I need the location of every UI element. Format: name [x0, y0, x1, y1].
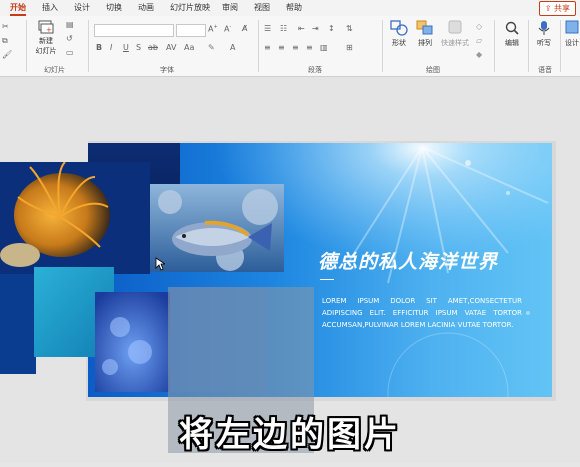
- new-slide-button[interactable]: + 新建 幻灯片: [30, 20, 62, 56]
- case-icon[interactable]: Aa: [184, 43, 194, 52]
- svg-text:+: +: [46, 26, 52, 34]
- arrange-button[interactable]: 排列: [414, 20, 436, 48]
- new-slide-label: 新建: [39, 37, 53, 45]
- group-slides-label: 幻灯片: [44, 66, 65, 74]
- arrange-icon: [416, 20, 433, 35]
- shapes-button[interactable]: 形状: [388, 20, 410, 48]
- copy-icon[interactable]: ⧉: [2, 36, 8, 46]
- justify-icon[interactable]: ≡: [306, 43, 313, 52]
- shape-effects-icon[interactable]: ◆: [476, 50, 482, 59]
- bold-icon[interactable]: B: [96, 43, 102, 52]
- slide-body-text[interactable]: LOREM IPSUM DOLOR SIT AMET,CONSECTETUR A…: [322, 295, 522, 331]
- tab-help[interactable]: 帮助: [286, 2, 302, 13]
- tab-review[interactable]: 审阅: [222, 2, 238, 13]
- search-icon: [505, 21, 519, 35]
- share-icon: ⇪: [544, 4, 552, 13]
- subtitle-caption: 将左边的图片: [179, 415, 401, 455]
- tab-design[interactable]: 设计: [74, 2, 90, 13]
- align-right-icon[interactable]: ≡: [292, 43, 299, 52]
- edit-label: 编辑: [505, 39, 519, 47]
- title-underline: [320, 279, 334, 280]
- increase-indent-icon[interactable]: ⇥: [312, 24, 319, 33]
- reset-icon[interactable]: ↺: [66, 34, 73, 43]
- dictate-button[interactable]: 听写: [532, 20, 556, 48]
- layout-icon[interactable]: ▤: [66, 20, 74, 29]
- italic-icon[interactable]: I: [110, 43, 112, 52]
- dictate-label: 听写: [537, 39, 551, 47]
- ribbon-tab-bar: 开始 插入 设计 切换 动画 幻灯片放映 审阅 视图 帮助 ⇪ 共享: [0, 0, 580, 16]
- cut-icon[interactable]: ✂: [2, 22, 9, 31]
- quick-styles-label: 快速样式: [441, 39, 469, 47]
- shadow-icon[interactable]: S: [136, 43, 141, 52]
- blue-coral-photo: [95, 292, 170, 392]
- quick-styles-button[interactable]: 快速样式: [440, 20, 470, 48]
- shapes-icon: [390, 20, 408, 36]
- edit-button[interactable]: 编辑: [500, 20, 524, 48]
- font-size-combo[interactable]: [176, 24, 206, 37]
- shapes-label: 形状: [392, 39, 406, 47]
- font-color-icon[interactable]: A: [230, 43, 235, 52]
- slide-editor-area: 德总的私人海洋世界 LOREM IPSUM DOLOR SIT AMET,CON…: [0, 77, 580, 463]
- numbering-icon[interactable]: ☷: [280, 24, 287, 33]
- bullets-icon[interactable]: ☰: [264, 24, 271, 33]
- tab-view[interactable]: 视图: [254, 2, 270, 13]
- smartart-icon[interactable]: ⊞: [346, 43, 353, 52]
- designer-button[interactable]: 设计: [564, 20, 580, 48]
- underline-icon[interactable]: U: [123, 43, 129, 52]
- share-button[interactable]: ⇪ 共享: [538, 1, 576, 16]
- strike-icon[interactable]: ab: [148, 43, 158, 52]
- group-drawing-label: 绘图: [426, 66, 440, 74]
- tab-animations[interactable]: 动画: [138, 2, 154, 13]
- shape-fill-icon[interactable]: ◇: [476, 22, 482, 31]
- align-left-icon[interactable]: ≡: [264, 43, 271, 52]
- text-direction-icon[interactable]: ⇅: [346, 24, 353, 33]
- share-label: 共享: [554, 4, 570, 13]
- line-spacing-icon[interactable]: ↕: [328, 24, 335, 33]
- shape-outline-icon[interactable]: ▱: [476, 36, 482, 45]
- decrease-indent-icon[interactable]: ⇤: [298, 24, 305, 33]
- group-paragraph-label: 段落: [308, 66, 322, 74]
- group-font-label: 字体: [160, 66, 174, 74]
- ribbon: ✂ ⧉ 🖌 + 新建 幻灯片 ▤ ↺ ▭ 幻灯片 A+ A- A̸ B I U …: [0, 16, 580, 77]
- grow-font-icon[interactable]: A+: [208, 24, 218, 34]
- slide-title[interactable]: 德总的私人海洋世界: [318, 247, 498, 274]
- new-slide-icon: +: [38, 20, 54, 34]
- quick-styles-icon: [448, 20, 462, 34]
- arrange-label: 排列: [418, 39, 432, 47]
- mouse-cursor-icon: [155, 257, 165, 271]
- section-icon[interactable]: ▭: [66, 48, 74, 57]
- microphone-icon: [538, 21, 550, 35]
- spacing-icon[interactable]: AV: [166, 43, 176, 52]
- align-center-icon[interactable]: ≡: [278, 43, 285, 52]
- tab-insert[interactable]: 插入: [42, 2, 58, 13]
- tab-slideshow[interactable]: 幻灯片放映: [170, 2, 210, 13]
- clear-format-icon[interactable]: A̸: [242, 24, 247, 33]
- columns-icon[interactable]: ▥: [320, 43, 328, 52]
- highlight-icon[interactable]: ✎: [208, 43, 215, 52]
- designer-icon: [565, 20, 579, 34]
- format-painter-icon[interactable]: 🖌: [2, 50, 12, 59]
- designer-label: 设计: [565, 39, 579, 47]
- tab-home[interactable]: 开始: [10, 2, 26, 16]
- shrink-font-icon[interactable]: A-: [224, 24, 231, 34]
- tab-transitions[interactable]: 切换: [106, 2, 122, 13]
- group-voice-label: 语音: [538, 66, 552, 74]
- font-family-combo[interactable]: [94, 24, 174, 37]
- new-slide-label-2: 幻灯片: [35, 47, 57, 55]
